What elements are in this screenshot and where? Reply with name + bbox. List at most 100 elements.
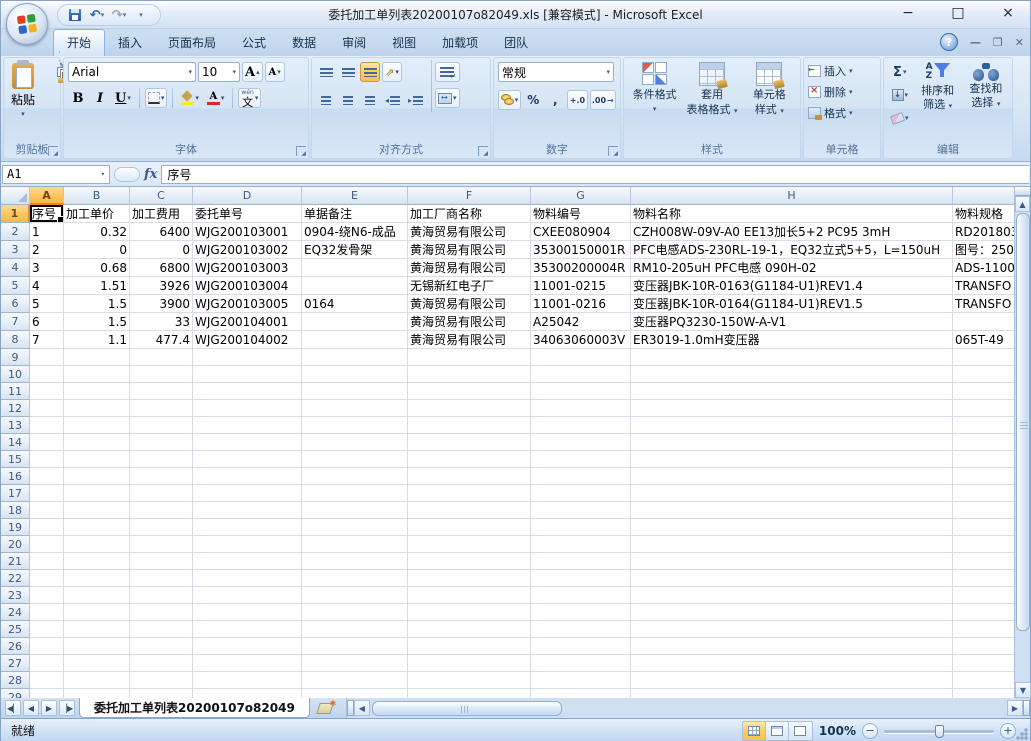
cell[interactable]	[193, 638, 302, 655]
maximize-button[interactable]: □	[944, 3, 972, 23]
cell[interactable]: 加工费用	[130, 205, 193, 223]
cell[interactable]	[302, 313, 408, 331]
selected-cell-A1[interactable]: 序号	[30, 205, 64, 223]
row-header-22[interactable]: 22	[1, 570, 30, 587]
workbook-minimize-button[interactable]: —	[970, 36, 981, 49]
format-as-table-button[interactable]: 套用 表格格式 ▾	[683, 62, 740, 142]
cell[interactable]	[193, 400, 302, 417]
cell[interactable]	[531, 383, 631, 400]
cell[interactable]	[408, 689, 531, 698]
cell[interactable]	[130, 502, 193, 519]
cell[interactable]	[953, 672, 1016, 689]
cell[interactable]: CZH008W-09V-A0 EE13加长5+2 PC95 3mH	[631, 223, 953, 241]
row-header-9[interactable]: 9	[1, 349, 30, 366]
zoom-slider[interactable]	[884, 723, 994, 739]
cell[interactable]	[953, 604, 1016, 621]
cell[interactable]: 0	[64, 241, 130, 259]
align-right-button[interactable]	[360, 90, 380, 110]
cell[interactable]	[30, 451, 64, 468]
cell[interactable]	[30, 383, 64, 400]
cell[interactable]	[631, 485, 953, 502]
format-cells-button[interactable]: 格式▾	[806, 102, 878, 123]
row-header-16[interactable]: 16	[1, 468, 30, 485]
cell[interactable]: 6800	[130, 259, 193, 277]
bold-button[interactable]: B	[68, 88, 88, 108]
cell[interactable]: WJG200104001	[193, 313, 302, 331]
cell[interactable]	[64, 383, 130, 400]
cell[interactable]	[408, 349, 531, 366]
row-header-15[interactable]: 15	[1, 451, 30, 468]
vertical-scrollbar[interactable]: ▲ ▼	[1014, 187, 1030, 698]
cell[interactable]	[302, 689, 408, 698]
grow-font-button[interactable]: A▴	[242, 62, 263, 82]
cell[interactable]	[953, 621, 1016, 638]
cell[interactable]	[953, 434, 1016, 451]
cell[interactable]	[30, 366, 64, 383]
cell[interactable]	[408, 451, 531, 468]
cell[interactable]	[953, 553, 1016, 570]
cell[interactable]	[408, 383, 531, 400]
cell[interactable]	[130, 536, 193, 553]
cell[interactable]	[193, 485, 302, 502]
cell[interactable]	[302, 331, 408, 349]
cell[interactable]	[130, 587, 193, 604]
clear-button[interactable]: ▾	[888, 108, 912, 128]
number-dialog-launcher[interactable]	[608, 146, 618, 156]
cell[interactable]	[30, 689, 64, 698]
cell[interactable]: 黄海贸易有限公司	[408, 223, 531, 241]
cell[interactable]	[302, 383, 408, 400]
cell[interactable]	[531, 655, 631, 672]
fill-color-button[interactable]: ▾	[178, 88, 202, 108]
cell[interactable]	[302, 400, 408, 417]
align-center-button[interactable]	[338, 90, 358, 110]
insert-function-button[interactable]: fx	[144, 167, 157, 182]
cell[interactable]	[130, 604, 193, 621]
ribbon-tab-1[interactable]: 插入	[105, 30, 155, 56]
cell[interactable]: 11001-0215	[531, 277, 631, 295]
cell[interactable]	[408, 655, 531, 672]
cell[interactable]	[30, 468, 64, 485]
column-header-D[interactable]: D	[193, 187, 302, 205]
cell[interactable]	[193, 502, 302, 519]
cell[interactable]: 7	[30, 331, 64, 349]
minimize-button[interactable]: −	[894, 3, 922, 23]
row-header-6[interactable]: 6	[1, 295, 30, 313]
cell[interactable]	[302, 277, 408, 295]
cell[interactable]	[531, 468, 631, 485]
cell[interactable]	[193, 383, 302, 400]
row-header-28[interactable]: 28	[1, 672, 30, 689]
cell[interactable]	[302, 519, 408, 536]
align-middle-button[interactable]	[338, 62, 358, 82]
ribbon-tab-5[interactable]: 审阅	[329, 30, 379, 56]
tab-split-handle-right[interactable]	[1023, 700, 1030, 716]
cell[interactable]	[130, 655, 193, 672]
cell[interactable]	[631, 672, 953, 689]
decrease-decimal-button[interactable]: .00→	[590, 90, 616, 110]
row-header-29[interactable]: 29	[1, 689, 30, 698]
cell[interactable]	[302, 655, 408, 672]
cell[interactable]	[193, 621, 302, 638]
cell[interactable]: 黄海贸易有限公司	[408, 331, 531, 349]
alignment-dialog-launcher[interactable]	[478, 146, 488, 156]
cell[interactable]	[953, 519, 1016, 536]
cell[interactable]	[953, 536, 1016, 553]
cell[interactable]	[531, 536, 631, 553]
row-header-21[interactable]: 21	[1, 553, 30, 570]
column-header-A[interactable]: A	[30, 187, 64, 205]
cell[interactable]	[30, 655, 64, 672]
cell[interactable]	[302, 672, 408, 689]
cell[interactable]: 3	[30, 259, 64, 277]
cell[interactable]	[30, 502, 64, 519]
cell[interactable]	[130, 672, 193, 689]
cell[interactable]: 变压器JBK-10R-0163(G1184-U1)REV1.4	[631, 277, 953, 295]
cell[interactable]: 5	[30, 295, 64, 313]
cell[interactable]	[953, 502, 1016, 519]
cell[interactable]	[130, 638, 193, 655]
name-box[interactable]: A1 ▾	[2, 165, 110, 184]
cell[interactable]: 变压器PQ3230-150W-A-V1	[631, 313, 953, 331]
cell[interactable]	[953, 485, 1016, 502]
cell[interactable]	[953, 400, 1016, 417]
cell[interactable]	[408, 672, 531, 689]
row-header-11[interactable]: 11	[1, 383, 30, 400]
orientation-button[interactable]: ⇗▾	[382, 62, 402, 82]
